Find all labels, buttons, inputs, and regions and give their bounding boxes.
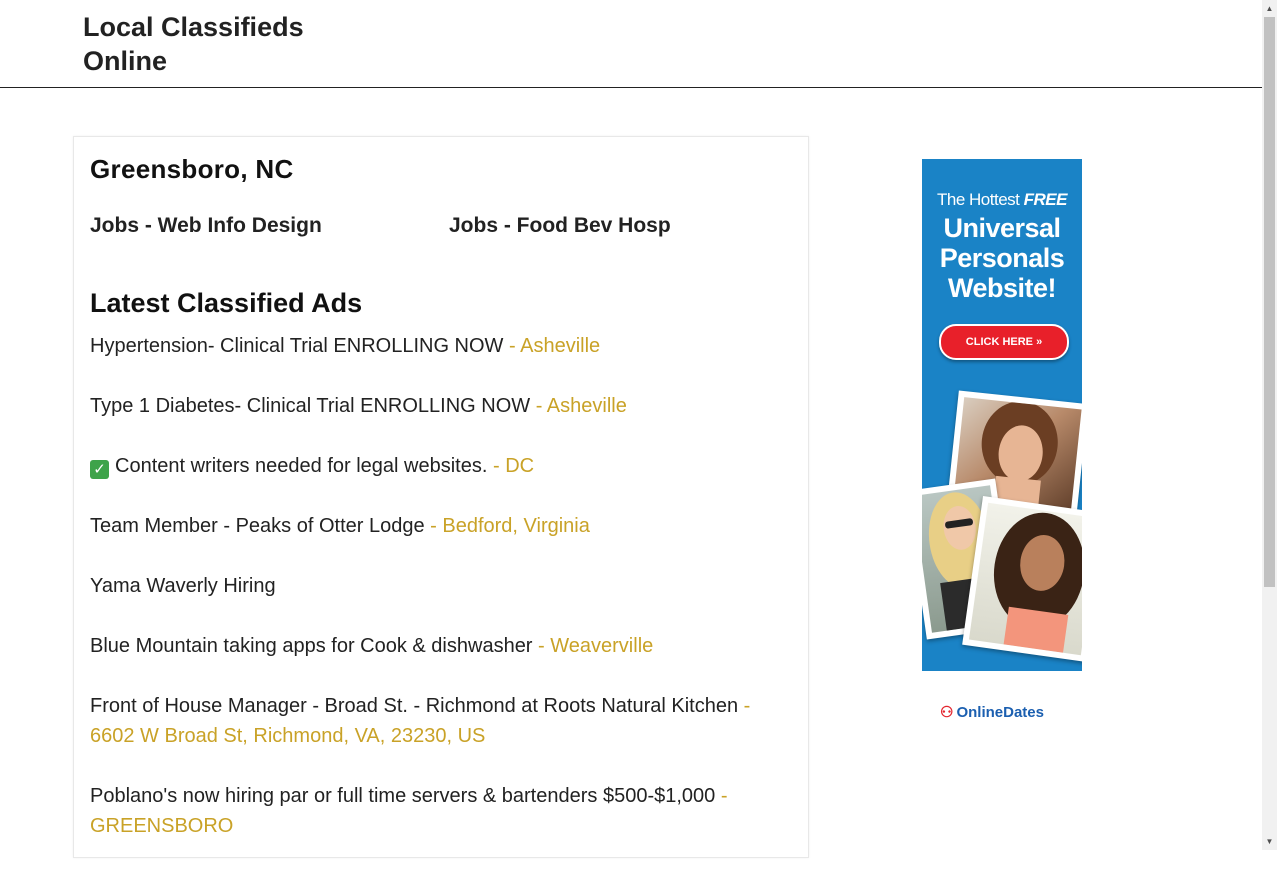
banner-headline: Universal Personals Website! <box>939 213 1065 303</box>
scroll-up-icon[interactable]: ▲ <box>1262 0 1277 17</box>
ad-location[interactable]: - Weaverville <box>532 635 653 657</box>
site-title[interactable]: Local Classifieds Online <box>83 10 383 78</box>
ad-title[interactable]: Front of House Manager - Broad St. - Ric… <box>90 695 738 717</box>
list-item[interactable]: Yama Waverly Hiring <box>90 571 790 601</box>
scrollbar-thumb[interactable] <box>1264 17 1275 587</box>
check-mark-icon: ✓ <box>90 460 109 479</box>
main-content-card: Greensboro, NC Jobs - Web Info Design Jo… <box>73 136 809 858</box>
classified-ads-list: Hypertension- Clinical Trial ENROLLING N… <box>90 331 790 871</box>
ad-title[interactable]: Yama Waverly Hiring <box>90 575 276 597</box>
ad-title[interactable]: Hypertension- Clinical Trial ENROLLING N… <box>90 335 503 357</box>
latest-ads-heading: Latest Classified Ads <box>90 288 363 318</box>
ad-title[interactable]: Type 1 Diabetes- Clinical Trial ENROLLIN… <box>90 395 530 417</box>
ad-title[interactable]: Content writers needed for legal website… <box>115 455 487 477</box>
vertical-scrollbar[interactable]: ▲ ▼ <box>1262 0 1277 850</box>
ad-location[interactable]: - Asheville <box>503 335 600 357</box>
ad-location[interactable]: - Asheville <box>530 395 627 417</box>
onlinedates-logo-icon: ⚇ <box>940 704 954 721</box>
onlinedates-brand[interactable]: ⚇ OnlineDates <box>940 703 1044 721</box>
scroll-down-icon[interactable]: ▼ <box>1262 833 1277 850</box>
banner-click-here-button[interactable]: CLICK HERE » <box>939 324 1069 360</box>
ad-title[interactable]: Team Member - Peaks of Otter Lodge <box>90 515 425 537</box>
list-item[interactable]: Blue Mountain taking apps for Cook & dis… <box>90 631 790 661</box>
list-item[interactable]: Type 1 Diabetes- Clinical Trial ENROLLIN… <box>90 391 790 421</box>
site-header: Local Classifieds Online <box>0 0 1262 88</box>
city-heading: Greensboro, NC <box>90 154 294 184</box>
ad-title[interactable]: Blue Mountain taking apps for Cook & dis… <box>90 635 532 657</box>
category-link-web-info-design[interactable]: Jobs - Web Info Design <box>90 214 322 238</box>
list-item[interactable]: Poblano's now hiring par or full time se… <box>90 781 790 841</box>
ad-location[interactable]: - DC <box>487 455 534 477</box>
list-item[interactable]: ✓ Content writers needed for legal websit… <box>90 451 790 481</box>
ad-title[interactable]: Poblano's now hiring par or full time se… <box>90 785 715 807</box>
list-item[interactable]: Team Member - Peaks of Otter Lodge - Bed… <box>90 511 790 541</box>
banner-tagline: The Hottest FREE <box>937 190 1067 209</box>
category-link-food-bev-hosp[interactable]: Jobs - Food Bev Hosp <box>449 214 671 238</box>
ad-location[interactable]: - Bedford, Virginia <box>425 515 590 537</box>
banner-photo <box>962 496 1082 662</box>
list-item[interactable]: Hypertension- Clinical Trial ENROLLING N… <box>90 331 790 361</box>
list-item[interactable]: Front of House Manager - Broad St. - Ric… <box>90 691 790 751</box>
personals-ad-banner[interactable]: The Hottest FREE Universal Personals Web… <box>922 159 1082 671</box>
